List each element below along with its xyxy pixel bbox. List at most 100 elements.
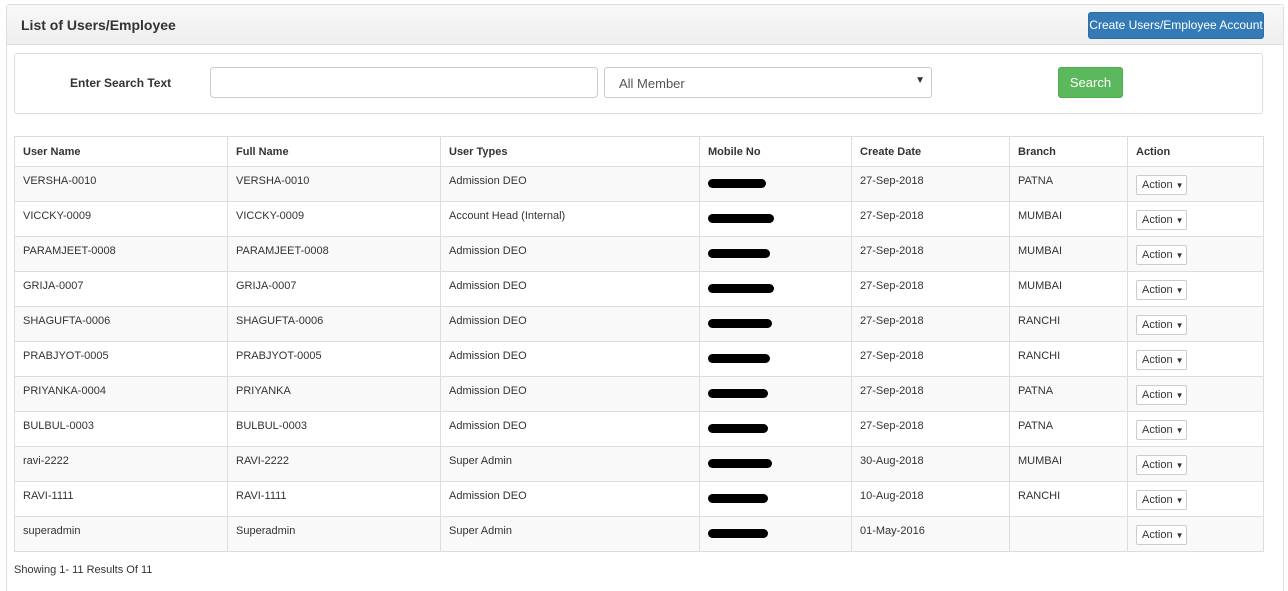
user-type-cell: Admission DEO xyxy=(440,271,700,307)
user-name-cell: SHAGUFTA-0006 xyxy=(14,306,228,342)
create-date-cell: 01-May-2016 xyxy=(851,516,1010,552)
action-cell: Action ▼ xyxy=(1127,481,1264,517)
action-dropdown-button[interactable]: Action ▼ xyxy=(1136,420,1187,440)
action-dropdown-button[interactable]: Action ▼ xyxy=(1136,175,1187,195)
results-summary: Showing 1- 11 Results Of 11 xyxy=(14,564,153,576)
caret-down-icon: ▼ xyxy=(1175,321,1184,330)
action-cell: Action ▼ xyxy=(1127,411,1264,447)
action-label: Action xyxy=(1142,389,1173,401)
full-name-cell: PARAMJEET-0008 xyxy=(227,236,441,272)
action-cell: Action ▼ xyxy=(1127,376,1264,412)
mobile-no-cell xyxy=(699,166,852,202)
caret-down-icon: ▼ xyxy=(1175,251,1184,260)
branch-cell: MUMBAI xyxy=(1009,446,1128,482)
column-header-full-name: Full Name xyxy=(227,136,441,167)
caret-down-icon: ▼ xyxy=(1175,426,1184,435)
create-account-button[interactable]: Create Users/Employee Account xyxy=(1088,12,1264,39)
create-date-cell: 27-Sep-2018 xyxy=(851,236,1010,272)
action-label: Action xyxy=(1142,424,1173,436)
create-date-cell: 27-Sep-2018 xyxy=(851,166,1010,202)
branch-cell: PATNA xyxy=(1009,376,1128,412)
action-label: Action xyxy=(1142,214,1173,226)
user-type-cell: Super Admin xyxy=(440,446,700,482)
mobile-no-cell xyxy=(699,411,852,447)
action-dropdown-button[interactable]: Action ▼ xyxy=(1136,280,1187,300)
user-name-cell: GRIJA-0007 xyxy=(14,271,228,307)
column-header-user-name: User Name xyxy=(14,136,228,167)
action-dropdown-button[interactable]: Action ▼ xyxy=(1136,385,1187,405)
create-date-cell: 27-Sep-2018 xyxy=(851,306,1010,342)
full-name-cell: Superadmin xyxy=(227,516,441,552)
table-row: PRABJYOT-0005 PRABJYOT-0005 Admission DEO 2… xyxy=(14,341,1264,377)
full-name-cell: RAVI-1111 xyxy=(227,481,441,517)
table-row: SHAGUFTA-0006 SHAGUFTA-0006 Admission DEO 2… xyxy=(14,306,1264,342)
action-dropdown-button[interactable]: Action ▼ xyxy=(1136,490,1187,510)
mobile-no-cell xyxy=(699,376,852,412)
column-header-action: Action xyxy=(1127,136,1264,167)
redacted-mobile-number xyxy=(708,214,774,223)
table-row: superadmin Superadmin Super Admin 01-May-20… xyxy=(14,516,1264,552)
redacted-mobile-number xyxy=(708,424,768,433)
branch-cell: RANCHI xyxy=(1009,481,1128,517)
table-row: GRIJA-0007 GRIJA-0007 Admission DEO 27-Sep-… xyxy=(14,271,1264,307)
action-label: Action xyxy=(1142,494,1173,506)
action-label: Action xyxy=(1142,459,1173,471)
search-input[interactable] xyxy=(210,67,598,98)
action-dropdown-button[interactable]: Action ▼ xyxy=(1136,245,1187,265)
mobile-no-cell xyxy=(699,306,852,342)
mobile-no-cell xyxy=(699,201,852,237)
action-cell: Action ▼ xyxy=(1127,166,1264,202)
user-name-cell: PRIYANKA-0004 xyxy=(14,376,228,412)
branch-cell: PATNA xyxy=(1009,166,1128,202)
member-select-value: All Member xyxy=(619,76,685,91)
create-date-cell: 27-Sep-2018 xyxy=(851,411,1010,447)
table-row: RAVI-1111 RAVI-1111 Admission DEO 10-Aug-20… xyxy=(14,481,1264,517)
full-name-cell: BULBUL-0003 xyxy=(227,411,441,447)
create-date-cell: 10-Aug-2018 xyxy=(851,481,1010,517)
branch-cell: RANCHI xyxy=(1009,306,1128,342)
user-name-cell: ravi-2222 xyxy=(14,446,228,482)
user-type-cell: Admission DEO xyxy=(440,341,700,377)
column-header-user-types: User Types xyxy=(440,136,700,167)
redacted-mobile-number xyxy=(708,354,770,363)
action-dropdown-button[interactable]: Action ▼ xyxy=(1136,210,1187,230)
column-header-branch: Branch xyxy=(1009,136,1128,167)
action-dropdown-button[interactable]: Action ▼ xyxy=(1136,350,1187,370)
redacted-mobile-number xyxy=(708,179,766,188)
redacted-mobile-number xyxy=(708,319,772,328)
redacted-mobile-number xyxy=(708,529,768,538)
user-name-cell: VICCKY-0009 xyxy=(14,201,228,237)
user-name-cell: PRABJYOT-0005 xyxy=(14,341,228,377)
full-name-cell: RAVI-2222 xyxy=(227,446,441,482)
caret-down-icon: ▼ xyxy=(1175,531,1184,540)
mobile-no-cell xyxy=(699,341,852,377)
user-type-cell: Admission DEO xyxy=(440,481,700,517)
member-select[interactable]: All Member ▼ xyxy=(604,67,932,98)
action-dropdown-button[interactable]: Action ▼ xyxy=(1136,315,1187,335)
caret-down-icon: ▼ xyxy=(1175,286,1184,295)
search-button[interactable]: Search xyxy=(1058,67,1123,98)
table-body: VERSHA-0010 VERSHA-0010 Admission DEO 27-Se… xyxy=(14,166,1264,552)
user-type-cell: Account Head (Internal) xyxy=(440,201,700,237)
branch-cell: MUMBAI xyxy=(1009,236,1128,272)
mobile-no-cell xyxy=(699,271,852,307)
action-label: Action xyxy=(1142,179,1173,191)
create-date-cell: 27-Sep-2018 xyxy=(851,201,1010,237)
redacted-mobile-number xyxy=(708,389,768,398)
action-cell: Action ▼ xyxy=(1127,306,1264,342)
full-name-cell: PRABJYOT-0005 xyxy=(227,341,441,377)
action-dropdown-button[interactable]: Action ▼ xyxy=(1136,455,1187,475)
branch-cell: MUMBAI xyxy=(1009,271,1128,307)
full-name-cell: GRIJA-0007 xyxy=(227,271,441,307)
user-name-cell: RAVI-1111 xyxy=(14,481,228,517)
action-cell: Action ▼ xyxy=(1127,446,1264,482)
redacted-mobile-number xyxy=(708,459,772,468)
caret-down-icon: ▼ xyxy=(1175,496,1184,505)
user-type-cell: Admission DEO xyxy=(440,376,700,412)
caret-down-icon: ▼ xyxy=(1175,216,1184,225)
action-label: Action xyxy=(1142,249,1173,261)
search-box: Enter Search Text All Member ▼ Search xyxy=(14,53,1263,114)
action-dropdown-button[interactable]: Action ▼ xyxy=(1136,525,1187,545)
action-label: Action xyxy=(1142,284,1173,296)
action-label: Action xyxy=(1142,319,1173,331)
